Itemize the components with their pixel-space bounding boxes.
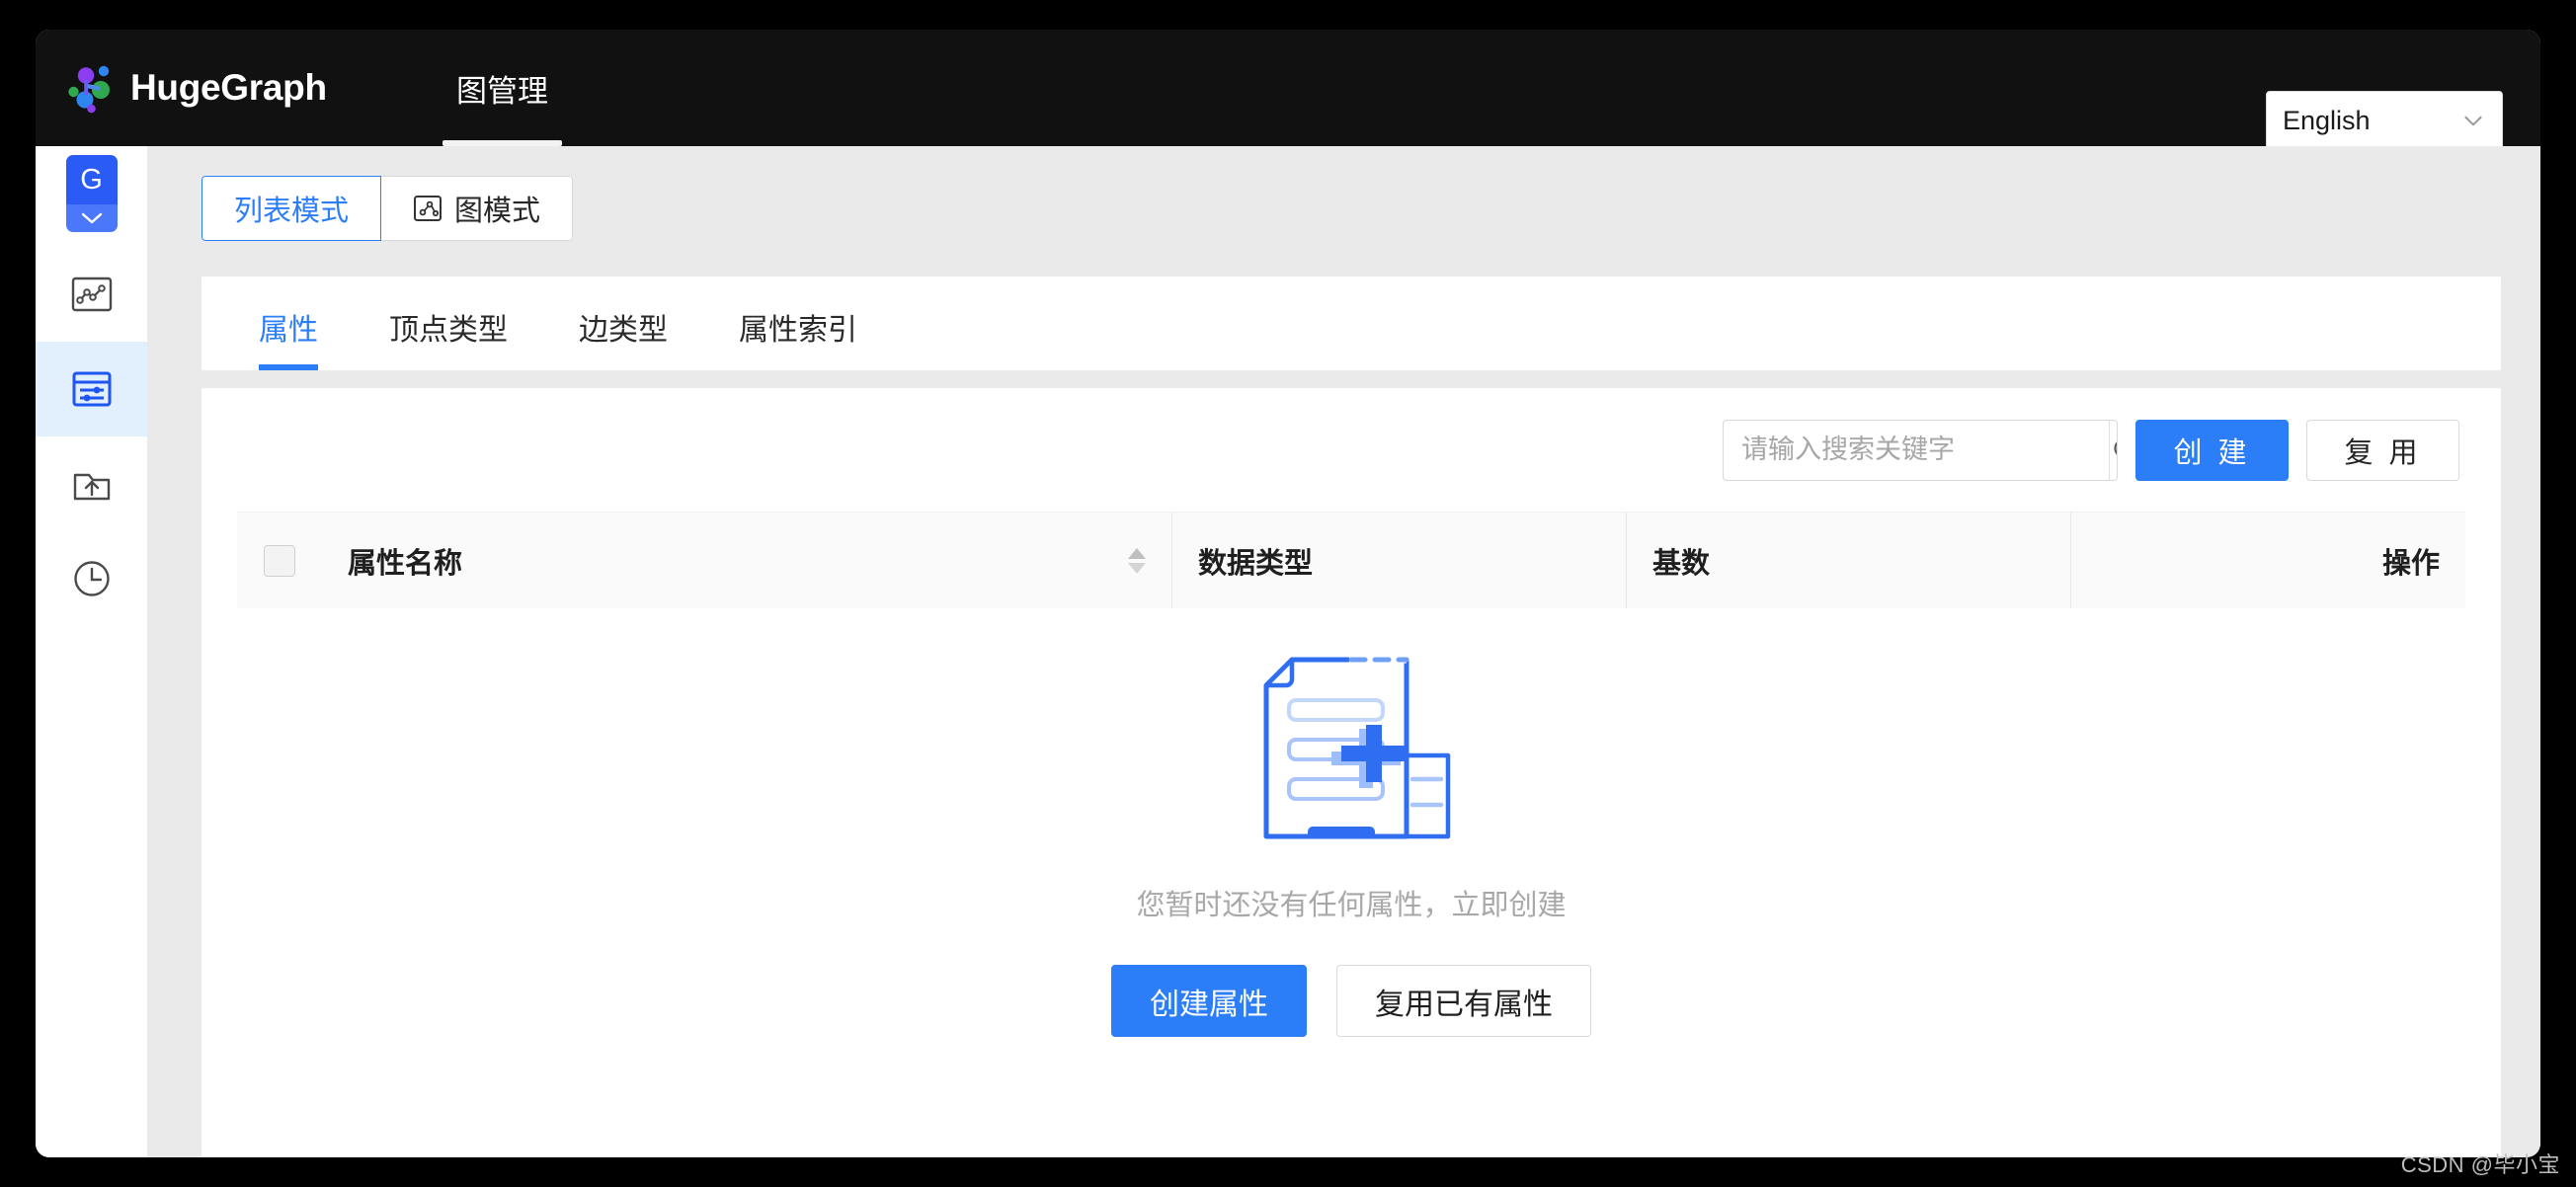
mode-button-graph-label: 图模式 (454, 188, 540, 229)
tab-properties-label: 属性 (259, 314, 318, 347)
create-button[interactable]: 创 建 (2135, 420, 2289, 481)
app-body: G (36, 146, 2540, 1157)
table-header-cardinality: 基数 (1626, 513, 2070, 608)
sidebar-item-graph-analysis[interactable] (36, 247, 147, 342)
table-header-cardinality-label: 基数 (1652, 540, 1710, 582)
sort-descending-icon (1128, 563, 1146, 574)
sort-toggle-property-name[interactable] (1128, 548, 1146, 574)
tab-vertex-types[interactable]: 顶点类型 (367, 305, 529, 370)
nav-item-label: 图管理 (456, 66, 548, 111)
search-input[interactable] (1724, 421, 2109, 480)
sidebar-item-task-history[interactable] (36, 531, 147, 626)
tab-properties[interactable]: 属性 (237, 305, 340, 370)
sidebar-item-data-import[interactable] (36, 436, 147, 531)
tab-property-indexes[interactable]: 属性索引 (717, 305, 879, 370)
watermark: CSDN @毕小宝 (2401, 1147, 2560, 1179)
properties-panel: 创 建 复 用 属性名称 (201, 388, 2501, 1157)
graph-mode-icon (413, 194, 443, 223)
brand-logo-area[interactable]: HugeGraph (36, 30, 421, 146)
reuse-button-label: 复 用 (2344, 430, 2421, 471)
sidebar-graph-switcher[interactable]: G (36, 146, 147, 241)
language-selector[interactable]: English (2266, 91, 2503, 150)
graph-badge-expand[interactable] (66, 204, 118, 232)
schema-tabs: 属性 顶点类型 边类型 属性索引 (201, 277, 2501, 370)
hugegraph-logo-icon (61, 62, 117, 114)
top-header-bar: HugeGraph 图管理 English (36, 30, 2540, 146)
tab-edge-types[interactable]: 边类型 (557, 305, 689, 370)
graph-badge-letter: G (66, 155, 118, 204)
create-property-button-label: 创建属性 (1150, 980, 1268, 1023)
empty-document-add-icon (1243, 635, 1460, 847)
mode-button-list-label: 列表模式 (234, 188, 349, 229)
mode-button-list[interactable]: 列表模式 (201, 176, 381, 241)
table-header-data-type-label: 数据类型 (1198, 540, 1313, 582)
table-header-row: 属性名称 数据类型 基数 操作 (237, 512, 2465, 608)
chevron-down-icon (79, 210, 105, 226)
tab-edge-types-label: 边类型 (579, 314, 668, 347)
table-header-property-name-label: 属性名称 (348, 540, 462, 582)
table-header-data-type: 数据类型 (1171, 513, 1626, 608)
mode-button-graph[interactable]: 图模式 (380, 176, 573, 241)
reuse-existing-property-button[interactable]: 复用已有属性 (1336, 965, 1591, 1037)
left-sidebar: G (36, 146, 147, 1157)
header-nav: 图管理 (421, 30, 584, 146)
sidebar-item-metadata-schema[interactable] (36, 342, 147, 436)
table-header-select-all (237, 513, 322, 608)
view-mode-toggle: 列表模式 图模式 (201, 176, 573, 241)
table-header-operations: 操作 (2070, 513, 2465, 608)
search-icon (2110, 435, 2118, 466)
chevron-down-icon (2460, 108, 2486, 133)
tab-property-indexes-label: 属性索引 (739, 314, 857, 347)
empty-state: 您暂时还没有任何属性，立即创建 创建属性 复用已有属性 (201, 635, 2501, 1037)
language-selected-value: English (2283, 106, 2460, 136)
create-button-label: 创 建 (2173, 430, 2250, 471)
sort-ascending-icon (1128, 548, 1146, 559)
data-import-upload-icon (71, 464, 113, 504)
brand-name: HugeGraph (130, 67, 327, 109)
main-content: 列表模式 图模式 属性 顶点 (147, 146, 2540, 1157)
empty-state-message: 您暂时还没有任何属性，立即创建 (1136, 882, 1566, 923)
nav-item-graph-management[interactable]: 图管理 (421, 30, 584, 146)
properties-toolbar: 创 建 复 用 (201, 388, 2501, 512)
graph-badge[interactable]: G (66, 155, 118, 232)
reuse-button[interactable]: 复 用 (2306, 420, 2459, 481)
select-all-checkbox[interactable] (264, 545, 295, 577)
reuse-existing-property-button-label: 复用已有属性 (1375, 980, 1553, 1023)
empty-state-actions: 创建属性 复用已有属性 (1111, 965, 1591, 1037)
table-header-operations-label: 操作 (2382, 540, 2440, 582)
search-box[interactable] (1723, 420, 2118, 481)
metadata-schema-icon (71, 369, 113, 409)
task-history-clock-icon (71, 558, 113, 599)
graph-analysis-icon (71, 276, 113, 313)
create-property-button[interactable]: 创建属性 (1111, 965, 1307, 1037)
app-window: HugeGraph 图管理 English G (36, 30, 2540, 1157)
table-header-property-name: 属性名称 (322, 513, 1171, 608)
tab-vertex-types-label: 顶点类型 (389, 314, 508, 347)
search-button[interactable] (2109, 421, 2118, 480)
